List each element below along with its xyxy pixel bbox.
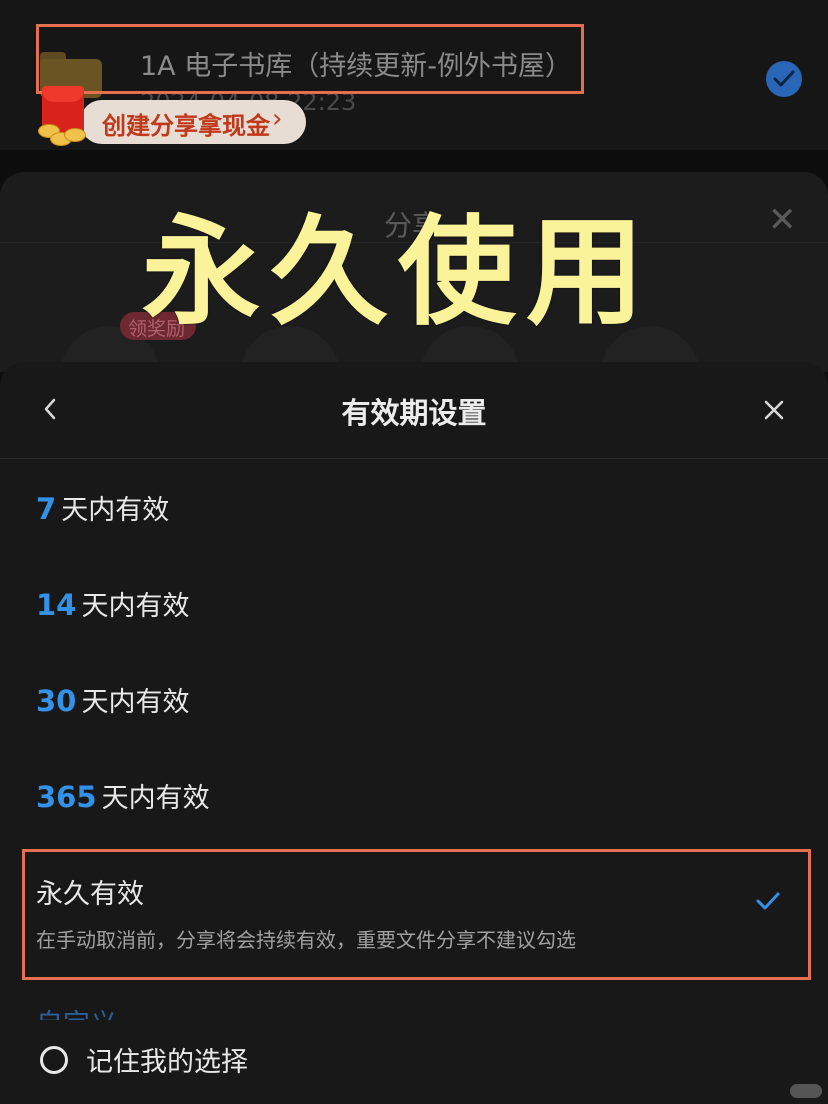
custom-option-peek[interactable]: 自定义 [36,1002,117,1020]
option-days: 365 [36,780,97,814]
option-days: 7 [36,492,57,526]
option-14-days[interactable]: 14 天内有效 [0,558,828,654]
remember-choice-label: 记住我的选择 [86,1047,248,1078]
remember-choice-row[interactable]: 记住我的选择 [0,1026,828,1104]
share-close-icon[interactable]: ✕ [768,200,797,240]
permanent-title: 永久有效 [36,879,144,910]
permanent-description: 在手动取消前，分享将会持续有效，重要文件分享不建议勾选 [36,928,576,952]
option-label: 天内有效 [81,591,190,622]
watermark [790,1084,822,1098]
option-label: 天内有效 [101,783,210,814]
option-permanent[interactable] [22,849,811,980]
overlay-caption: 永久使用 [142,203,655,341]
option-days: 14 [36,588,77,622]
promo-label: 创建分享拿现金 [102,112,270,140]
red-packet-icon [38,86,90,146]
validity-panel: 有效期设置 7 天内有效 14 天内有效 30 天内有效 365 天内有效 永久… [0,362,828,1104]
radio-icon[interactable] [40,1046,68,1074]
option-30-days[interactable]: 30 天内有效 [0,654,828,750]
panel-divider [0,458,828,459]
chevron-right-icon: › [272,104,283,134]
check-icon [754,889,782,913]
option-7-days[interactable]: 7 天内有效 [0,462,828,558]
panel-title: 有效期设置 [341,396,487,430]
option-days: 30 [36,684,77,718]
option-label: 天内有效 [61,495,170,526]
selected-check-icon[interactable] [766,61,802,97]
highlight-box-file-name [36,24,584,94]
close-icon[interactable] [760,396,788,424]
option-365-days[interactable]: 365 天内有效 [0,750,828,846]
panel-header: 有效期设置 [0,362,828,458]
option-label: 天内有效 [81,687,190,718]
